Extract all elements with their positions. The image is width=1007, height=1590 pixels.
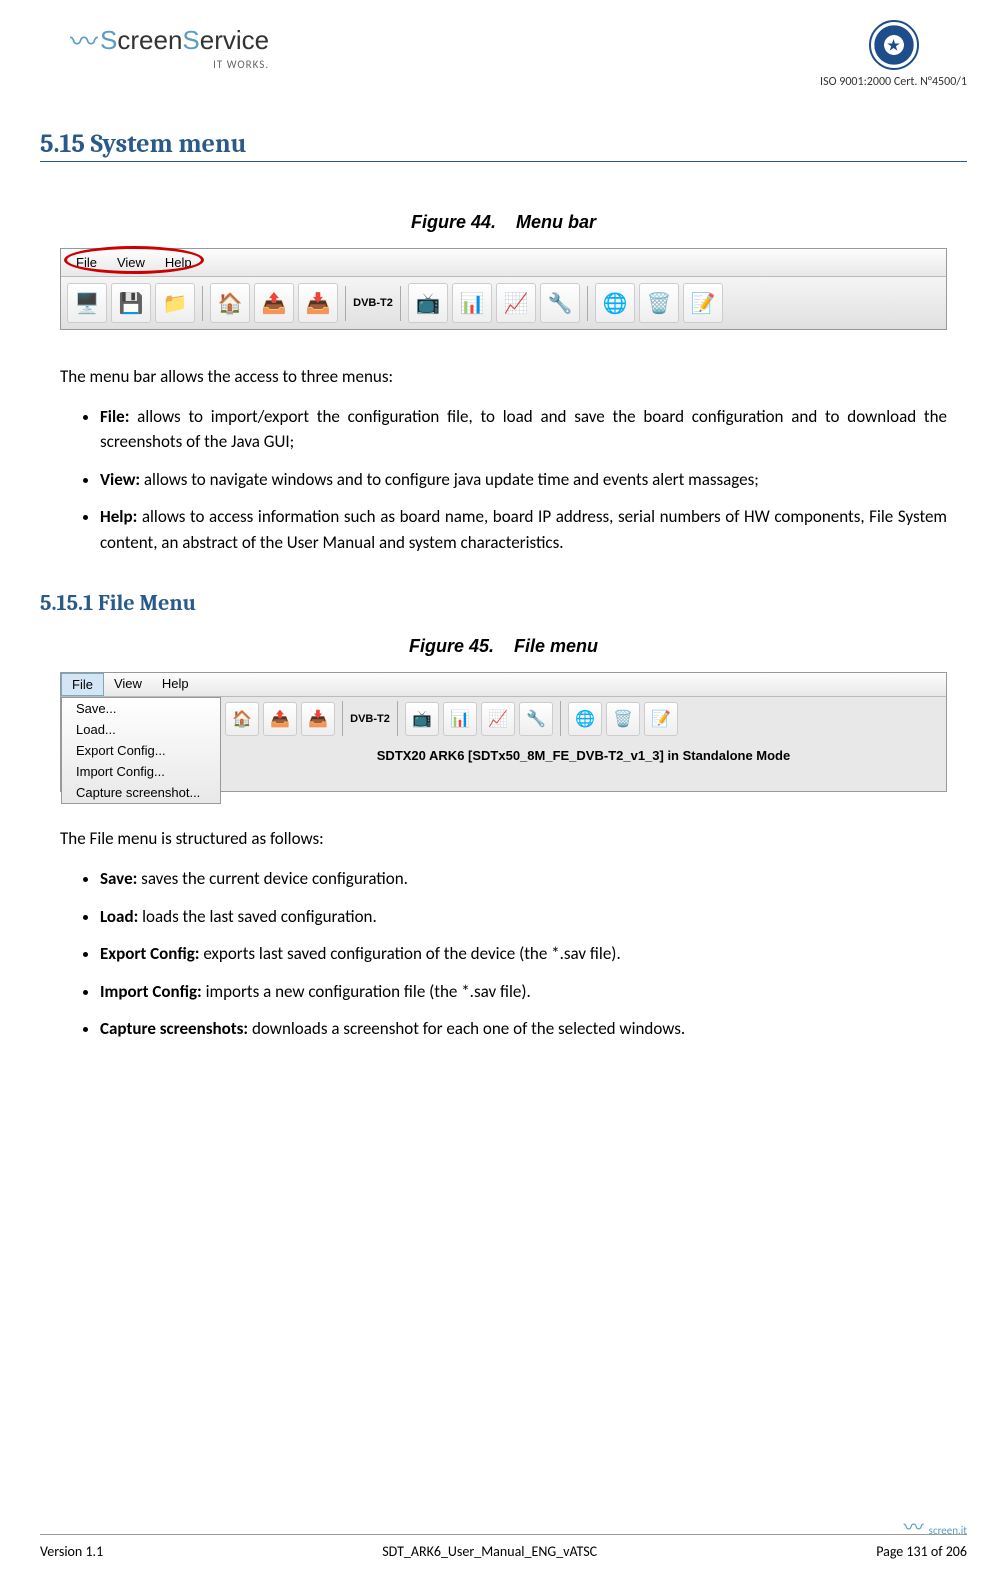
save-icon[interactable]: 💾 [111,283,151,323]
monitor3-icon[interactable]: 📈 [496,283,536,323]
list-item: Save: saves the current device configura… [100,866,947,892]
menu-help[interactable]: Help [155,252,202,273]
toolbar-separator [342,701,343,736]
tools-icon[interactable]: 🔧 [540,283,580,323]
toolbar-separator [587,286,588,321]
dropdown-import[interactable]: Import Config... [62,761,220,782]
dropdown-export[interactable]: Export Config... [62,740,220,761]
monitor1-icon[interactable]: 📺 [405,702,439,736]
toolbar-separator [202,286,203,321]
folder-icon[interactable]: 📁 [155,283,195,323]
dropdown-capture[interactable]: Capture screenshot... [62,782,220,803]
menu-help[interactable]: Help [152,673,199,696]
home-icon[interactable]: 🏠 [210,283,250,323]
list-item: View: allows to navigate windows and to … [100,467,947,493]
globe-icon[interactable]: 🌐 [595,283,635,323]
menu-view[interactable]: View [104,673,152,696]
footer-page-number: Page 131 of 206 [876,1543,967,1560]
monitor2-icon[interactable]: 📊 [443,702,477,736]
toolbar-separator [397,701,398,736]
certification-block: ISO 9001:2000 Cert. N°4500/1 [820,20,967,89]
app-toolbar: 🏠 📤 📥 DVB-T2 📺 📊 📈 🔧 🌐 🗑️ 📝 [221,697,946,740]
monitor1-icon[interactable]: 📺 [408,283,448,323]
file-menu-list: Save: saves the current device configura… [100,866,947,1042]
page-header: 〰 ScreenService IT WORKS. ISO 9001:2000 … [40,20,967,89]
note-icon[interactable]: 📝 [683,283,723,323]
figure-44-screenshot: File View Help 🖥️ 💾 📁 🏠 📤 📥 DVB-T2 📺 📊 📈… [60,248,947,330]
cert-badge-icon [869,20,919,70]
logo-tagline: IT WORKS. [70,58,269,71]
figure-45-screenshot: File View Help Save... Load... Export Co… [60,672,947,792]
footer-version: Version 1.1 [40,1543,103,1560]
tools-icon[interactable]: 🔧 [519,702,553,736]
computer-icon[interactable]: 🖥️ [67,283,107,323]
menu-file[interactable]: File [66,252,107,273]
toolbar-separator [345,286,346,321]
delete-icon[interactable]: 🗑️ [606,702,640,736]
box-out-icon[interactable]: 📤 [254,283,294,323]
subsection-heading: 5.15.1 File Menu [40,590,967,616]
list-item: Load: loads the last saved configuration… [100,904,947,930]
list-item: Export Config: exports last saved config… [100,941,947,967]
list-item: Import Config: imports a new configurati… [100,979,947,1005]
dvbt2-label: DVB-T2 [350,713,390,725]
globe-icon[interactable]: 🌐 [568,702,602,736]
figure-45-caption: Figure 45.File menu [40,636,967,657]
menu-view[interactable]: View [107,252,155,273]
logo-wave-icon: 〰 [70,20,98,60]
toolbar-separator [400,286,401,321]
logo-text: ScreenService [100,25,269,56]
app-toolbar: 🖥️ 💾 📁 🏠 📤 📥 DVB-T2 📺 📊 📈 🔧 🌐 🗑️ 📝 [61,277,946,329]
note-icon[interactable]: 📝 [644,702,678,736]
page-footer: Version 1.1 SDT_ARK6_User_Manual_ENG_vAT… [40,1534,967,1560]
box-in-icon[interactable]: 📥 [298,283,338,323]
menubar-intro-text: The menu bar allows the access to three … [60,365,947,389]
dropdown-load[interactable]: Load... [62,719,220,740]
home-icon[interactable]: 🏠 [225,702,259,736]
dvbt2-label: DVB-T2 [353,297,393,309]
window-title-text: SDTX20 ARK6 [SDTx50_8M_FE_DVB-T2_v1_3] i… [221,740,946,771]
menu-file[interactable]: File [61,673,104,696]
box-out-icon[interactable]: 📤 [263,702,297,736]
delete-icon[interactable]: 🗑️ [639,283,679,323]
footer-doc-name: SDT_ARK6_User_Manual_ENG_vATSC [382,1543,597,1560]
monitor3-icon[interactable]: 📈 [481,702,515,736]
list-item: Capture screenshots: downloads a screens… [100,1016,947,1042]
figure-44-caption: Figure 44.Menu bar [40,212,967,233]
company-logo: 〰 ScreenService IT WORKS. [70,20,269,71]
cert-text: ISO 9001:2000 Cert. N°4500/1 [820,75,967,89]
monitor2-icon[interactable]: 📊 [452,283,492,323]
dropdown-save[interactable]: Save... [62,698,220,719]
list-item: File: allows to import/export the config… [100,404,947,455]
list-item: Help: allows to access information such … [100,504,947,555]
toolbar-separator [560,701,561,736]
section-heading: 5.15 System menu [40,129,967,162]
menu-description-list: File: allows to import/export the config… [100,404,947,556]
file-dropdown-menu: Save... Load... Export Config... Import … [61,697,221,804]
app-menubar: File View Help [61,673,946,697]
file-menu-intro-text: The File menu is structured as follows: [60,827,947,851]
app-menubar: File View Help [61,249,946,277]
box-in-icon[interactable]: 📥 [301,702,335,736]
